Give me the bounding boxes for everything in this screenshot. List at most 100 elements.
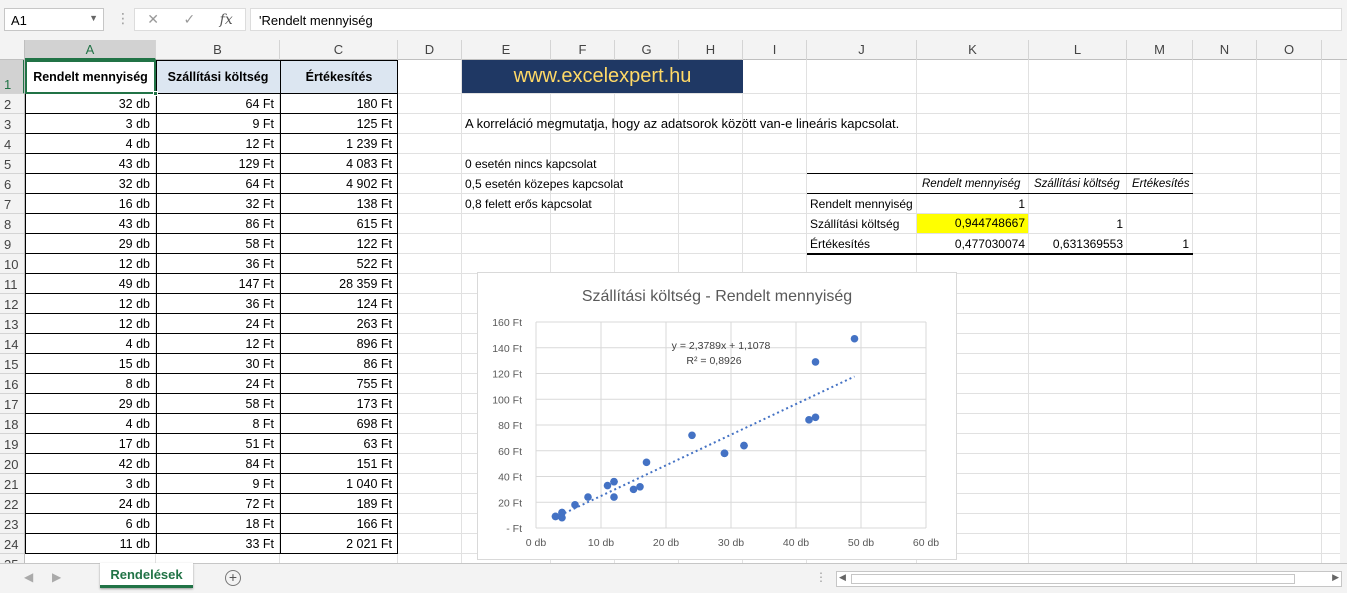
table-cell[interactable]: 4 db [25, 337, 153, 353]
table-cell[interactable]: 30 Ft [156, 357, 277, 373]
corr-row-label[interactable]: Szállítási költség [807, 217, 917, 233]
insert-function-icon[interactable]: fx [220, 12, 233, 28]
table-cell[interactable]: 24 Ft [156, 317, 277, 333]
fill-handle[interactable] [153, 91, 158, 96]
table-cell[interactable]: 12 db [25, 317, 153, 333]
table-cell[interactable]: 64 Ft [156, 97, 277, 113]
row-header-7[interactable]: 7 [0, 194, 24, 214]
table-cell[interactable]: 24 Ft [156, 377, 277, 393]
table-cell[interactable]: 32 db [25, 177, 153, 193]
table-cell[interactable]: 124 Ft [280, 297, 395, 313]
column-header-b[interactable]: B [156, 40, 280, 60]
corr-header-cell[interactable]: Rendelt mennyiség [919, 178, 1029, 194]
table-cell[interactable]: 15 db [25, 357, 153, 373]
horizontal-scrollbar[interactable]: ◀ ▶ [836, 571, 1342, 587]
table-cell[interactable]: 42 db [25, 457, 153, 473]
corr-value-cell[interactable]: 1 [1029, 217, 1126, 233]
selected-cell-a1[interactable] [25, 60, 156, 94]
table-cell[interactable]: 12 db [25, 297, 153, 313]
corr-value-cell[interactable] [1127, 197, 1192, 213]
table-cell[interactable]: 36 Ft [156, 257, 277, 273]
cancel-icon[interactable]: ✕ [147, 11, 159, 28]
row-header-3[interactable]: 3 [0, 114, 24, 134]
row-header-8[interactable]: 8 [0, 214, 24, 234]
chevron-down-icon[interactable]: ▼ [89, 13, 98, 23]
table-cell[interactable]: 12 Ft [156, 137, 277, 153]
table-cell[interactable]: 122 Ft [280, 237, 395, 253]
select-all-corner[interactable] [0, 40, 25, 60]
table-cell[interactable]: 151 Ft [280, 457, 395, 473]
row-header-5[interactable]: 5 [0, 154, 24, 174]
table-cell[interactable]: 3 db [25, 477, 153, 493]
name-box[interactable]: A1 ▼ [4, 8, 104, 31]
table-cell[interactable]: 189 Ft [280, 497, 395, 513]
column-header-c[interactable]: C [280, 40, 398, 60]
table-cell[interactable]: 4 db [25, 417, 153, 433]
table-cell[interactable]: 58 Ft [156, 397, 277, 413]
row-header-12[interactable]: 12 [0, 294, 24, 314]
table-cell[interactable]: 18 Ft [156, 517, 277, 533]
row-header-9[interactable]: 9 [0, 234, 24, 254]
corr-value-cell[interactable] [1029, 197, 1126, 213]
table-header-cell[interactable]: Szállítási költség [156, 60, 280, 94]
table-cell[interactable]: 4 083 Ft [280, 157, 395, 173]
table-cell[interactable]: 29 db [25, 397, 153, 413]
table-cell[interactable]: 51 Ft [156, 437, 277, 453]
table-cell[interactable]: 8 db [25, 377, 153, 393]
table-cell[interactable]: 173 Ft [280, 397, 395, 413]
sheet-tab-rendelesek[interactable]: Rendelések [100, 563, 193, 588]
table-cell[interactable]: 755 Ft [280, 377, 395, 393]
column-header-h[interactable]: H [679, 40, 743, 60]
table-cell[interactable]: 522 Ft [280, 257, 395, 273]
confirm-icon[interactable]: ✓ [183, 11, 195, 28]
corr-value-cell[interactable]: 1 [1127, 237, 1192, 253]
table-cell[interactable]: 180 Ft [280, 97, 395, 113]
corr-value-cell[interactable]: 0,631369553 [1029, 237, 1126, 253]
column-header-a[interactable]: A [25, 40, 156, 60]
row-header-6[interactable]: 6 [0, 174, 24, 194]
add-sheet-icon[interactable]: + [225, 570, 241, 586]
prev-sheet-icon[interactable]: ◀ [24, 570, 33, 584]
column-header-l[interactable]: L [1029, 40, 1127, 60]
scroll-right-icon[interactable]: ▶ [1332, 572, 1339, 583]
table-cell[interactable]: 86 Ft [280, 357, 395, 373]
column-header-j[interactable]: J [807, 40, 917, 60]
row-header-18[interactable]: 18 [0, 414, 24, 434]
table-cell[interactable]: 4 902 Ft [280, 177, 395, 193]
table-cell[interactable]: 3 db [25, 117, 153, 133]
corr-value-cell[interactable]: 1 [917, 197, 1028, 213]
table-cell[interactable]: 12 db [25, 257, 153, 273]
table-cell[interactable]: 615 Ft [280, 217, 395, 233]
vertical-scrollbar[interactable] [1340, 60, 1347, 563]
row-header-22[interactable]: 22 [0, 494, 24, 514]
table-cell[interactable]: 58 Ft [156, 237, 277, 253]
row-header-2[interactable]: 2 [0, 94, 24, 114]
table-cell[interactable]: 138 Ft [280, 197, 395, 213]
table-cell[interactable]: 698 Ft [280, 417, 395, 433]
table-cell[interactable]: 16 db [25, 197, 153, 213]
worksheet-grid[interactable]: Rendelt mennyiség Szállítási költség Érték… [25, 60, 1347, 563]
row-header-11[interactable]: 11 [0, 274, 24, 294]
scatter-chart[interactable]: Szállítási költség - Rendelt mennyiség - … [477, 272, 957, 560]
table-cell[interactable]: 64 Ft [156, 177, 277, 193]
column-header-d[interactable]: D [398, 40, 462, 60]
next-sheet-icon[interactable]: ▶ [52, 570, 61, 584]
row-header-20[interactable]: 20 [0, 454, 24, 474]
table-cell[interactable]: 11 db [25, 537, 153, 553]
column-header-k[interactable]: K [917, 40, 1029, 60]
table-cell[interactable]: 1 239 Ft [280, 137, 395, 153]
scroll-thumb[interactable] [851, 574, 1295, 584]
corr-highlight-cell[interactable]: 0,944748667 [917, 214, 1028, 233]
table-cell[interactable]: 6 db [25, 517, 153, 533]
table-cell[interactable]: 72 Ft [156, 497, 277, 513]
corr-value-cell[interactable]: 0,477030074 [917, 237, 1028, 253]
row-header-10[interactable]: 10 [0, 254, 24, 274]
table-cell[interactable]: 86 Ft [156, 217, 277, 233]
row-header-4[interactable]: 4 [0, 134, 24, 154]
table-cell[interactable]: 32 db [25, 97, 153, 113]
row-header-17[interactable]: 17 [0, 394, 24, 414]
row-header-15[interactable]: 15 [0, 354, 24, 374]
corr-header-cell[interactable]: Szállítási költség [1031, 178, 1127, 194]
table-cell[interactable]: 147 Ft [156, 277, 277, 293]
corr-row-label[interactable]: Rendelt mennyiség [807, 197, 917, 213]
